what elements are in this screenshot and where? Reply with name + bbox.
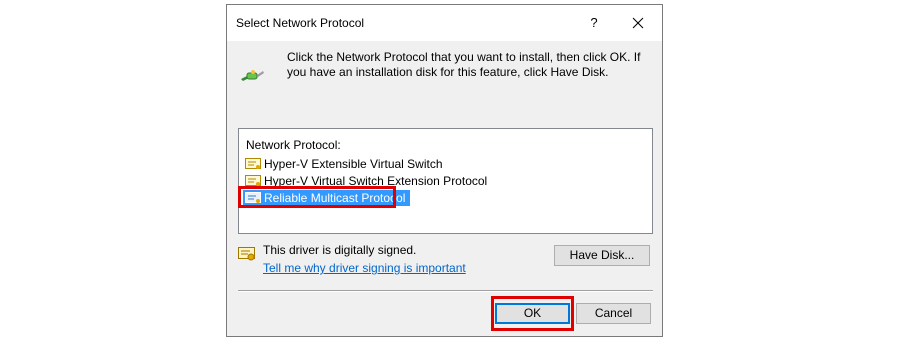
dialog-title: Select Network Protocol xyxy=(236,16,365,30)
list-item-label: Hyper-V Extensible Virtual Switch xyxy=(264,157,443,171)
instruction-text: Click the Network Protocol that you want… xyxy=(287,50,641,79)
cancel-button[interactable]: Cancel xyxy=(576,303,651,324)
driver-cert-icon xyxy=(245,158,261,169)
list-header: Network Protocol: xyxy=(246,138,341,152)
title-bar: Select Network Protocol ? xyxy=(227,5,662,41)
select-network-protocol-dialog: Select Network Protocol ? Click the Netw… xyxy=(226,4,663,337)
driver-signed-status: This driver is digitally signed. xyxy=(263,243,417,257)
ok-highlight-box xyxy=(491,296,574,331)
list-item[interactable]: Hyper-V Extensible Virtual Switch xyxy=(243,156,448,172)
help-button[interactable]: ? xyxy=(582,13,606,33)
have-disk-button[interactable]: Have Disk... xyxy=(554,245,650,266)
network-protocol-list[interactable]: Network Protocol: Hyper-V Extensible Vir… xyxy=(238,128,653,234)
separator xyxy=(238,290,653,292)
selection-highlight-box xyxy=(238,186,396,208)
signed-driver-icon xyxy=(238,247,255,261)
close-icon xyxy=(632,17,644,29)
close-button[interactable] xyxy=(625,13,651,33)
network-protocol-icon xyxy=(241,70,264,81)
driver-signing-link[interactable]: Tell me why driver signing is important xyxy=(263,261,466,275)
